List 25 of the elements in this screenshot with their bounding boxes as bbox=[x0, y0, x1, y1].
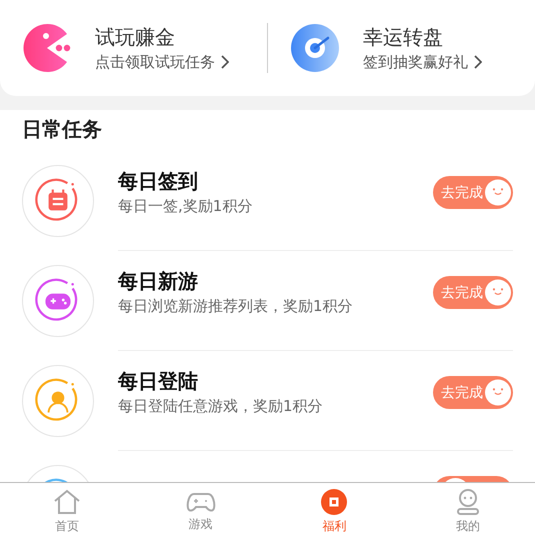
promo-subtitle[interactable]: 点击领取试玩任务 bbox=[95, 52, 215, 72]
button-label: 去完成 bbox=[441, 384, 483, 402]
tab-label: 我的 bbox=[456, 518, 480, 535]
tab-label: 首页 bbox=[54, 518, 79, 535]
promo-subtitle[interactable]: 签到抽奖赢好礼 bbox=[363, 52, 468, 72]
button-label: 去完成 bbox=[441, 284, 483, 302]
tab-item[interactable]: 福利 bbox=[268, 483, 402, 541]
complete-button[interactable]: 去完成 bbox=[433, 276, 513, 309]
task-title: 每日新游 bbox=[118, 268, 199, 294]
tab-label: 游戏 bbox=[188, 516, 213, 533]
tab-item[interactable]: 首页 bbox=[0, 483, 134, 541]
complete-button[interactable]: 去完成 bbox=[433, 176, 513, 209]
section-title: 日常任务 bbox=[22, 116, 103, 142]
task-title: 每日登陆 bbox=[118, 368, 199, 394]
task-description: 每日一签,奖励1积分 bbox=[118, 196, 254, 216]
complete-button[interactable]: 去完成 bbox=[433, 376, 513, 409]
task-description: 每日登陆任意游戏，奖励1积分 bbox=[118, 396, 324, 416]
tab-label: 福利 bbox=[322, 518, 346, 535]
button-label: 去完成 bbox=[441, 184, 483, 202]
promo-title[interactable]: 试玩赚金 bbox=[95, 24, 229, 50]
tab-item[interactable]: 我的 bbox=[401, 483, 535, 541]
task-title: 每日签到 bbox=[118, 168, 199, 194]
task-description: 每日浏览新游推荐列表，奖励1积分 bbox=[118, 296, 354, 316]
promo-title[interactable]: 幸运转盘 bbox=[363, 24, 482, 50]
tab-item[interactable]: 游戏 bbox=[134, 483, 268, 541]
